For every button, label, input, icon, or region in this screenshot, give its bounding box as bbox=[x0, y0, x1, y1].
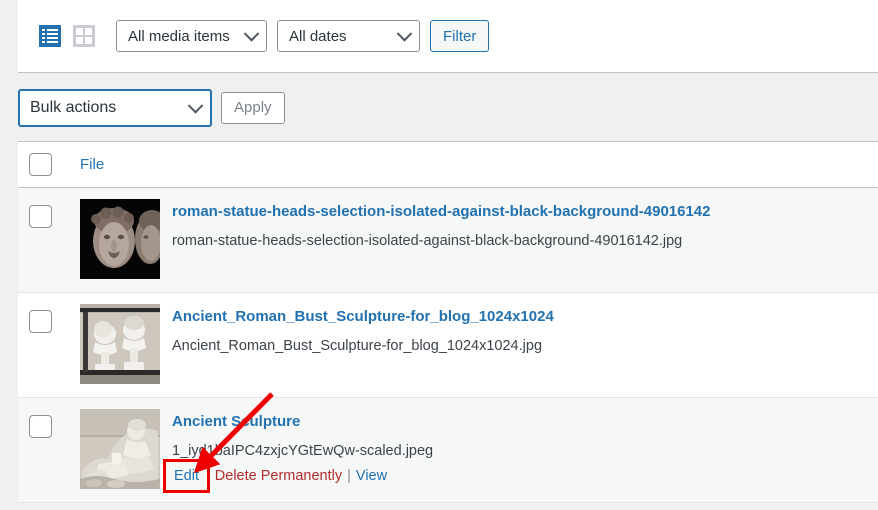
table-row: Ancient Sculpture 1_iyd1baIPC4zxjcYGtEwQ… bbox=[18, 398, 878, 503]
media-toolbar: All media items All dates Filter bbox=[18, 0, 878, 73]
select-all-checkbox[interactable] bbox=[29, 153, 52, 176]
list-view-icon bbox=[39, 25, 61, 47]
media-title-link[interactable]: Ancient Sculpture bbox=[172, 411, 878, 432]
bulk-actions-bar: Bulk actions Apply bbox=[18, 74, 878, 141]
date-filter-value: All dates bbox=[289, 27, 347, 45]
edit-highlight-wrapper: Edit bbox=[163, 459, 210, 494]
bulk-actions-value: Bulk actions bbox=[30, 98, 117, 116]
edit-link[interactable]: Edit bbox=[172, 467, 201, 485]
file-info-cell: roman-statue-heads-selection-isolated-ag… bbox=[172, 188, 878, 251]
media-filename: Ancient_Roman_Bust_Sculpture-for_blog_10… bbox=[172, 338, 543, 354]
media-type-filter-select[interactable]: All media items bbox=[116, 20, 267, 52]
list-view-button[interactable] bbox=[36, 22, 64, 50]
file-info-cell: Ancient Sculpture 1_iyd1baIPC4zxjcYGtEwQ… bbox=[163, 398, 878, 494]
media-thumbnail[interactable] bbox=[80, 199, 160, 279]
filter-button[interactable]: Filter bbox=[430, 20, 490, 52]
grid-view-button[interactable] bbox=[70, 22, 98, 50]
delete-permanently-link[interactable]: Delete Permanently bbox=[215, 468, 342, 484]
row-checkbox[interactable] bbox=[29, 415, 52, 438]
row-checkbox[interactable] bbox=[29, 310, 52, 333]
table-row: roman-statue-heads-selection-isolated-ag… bbox=[18, 188, 878, 293]
view-link[interactable]: View bbox=[356, 468, 387, 484]
file-info-cell: Ancient_Roman_Bust_Sculpture-for_blog_10… bbox=[172, 293, 878, 356]
thumbnail-cell bbox=[80, 398, 172, 489]
action-separator: | bbox=[347, 468, 351, 485]
media-type-filter-value: All media items bbox=[128, 27, 230, 45]
thumbnail-cell bbox=[80, 293, 172, 384]
view-mode-switch bbox=[36, 22, 98, 50]
row-select-cell bbox=[29, 398, 80, 438]
row-select-cell bbox=[29, 188, 80, 228]
row-checkbox[interactable] bbox=[29, 205, 52, 228]
bulk-actions-select[interactable]: Bulk actions bbox=[18, 88, 212, 127]
media-title-link[interactable]: Ancient_Roman_Bust_Sculpture-for_blog_10… bbox=[172, 306, 878, 327]
row-actions: Edit | Delete Permanently | View bbox=[163, 459, 878, 494]
chevron-down-icon bbox=[243, 26, 260, 42]
table-row: Ancient_Roman_Bust_Sculpture-for_blog_10… bbox=[18, 293, 878, 398]
thumbnail-cell bbox=[80, 188, 172, 279]
row-select-cell bbox=[29, 293, 80, 333]
chevron-down-icon bbox=[396, 26, 413, 42]
media-list-table: File roman-statue-heads-selection-isolat… bbox=[18, 141, 878, 503]
media-title-link[interactable]: roman-statue-heads-selection-isolated-ag… bbox=[172, 201, 878, 222]
chevron-down-icon bbox=[187, 97, 204, 114]
media-thumbnail[interactable] bbox=[80, 304, 160, 384]
media-filename: roman-statue-heads-selection-isolated-ag… bbox=[172, 233, 683, 249]
media-thumbnail[interactable] bbox=[80, 409, 160, 489]
select-all-cell bbox=[29, 153, 80, 176]
grid-view-icon bbox=[73, 25, 95, 47]
action-separator: | bbox=[206, 468, 210, 485]
column-header-file[interactable]: File bbox=[80, 156, 104, 173]
media-filename: 1_iyd1baIPC4zxjcYGtEwQw-scaled.jpeg bbox=[172, 443, 434, 459]
table-header-row: File bbox=[18, 142, 878, 188]
date-filter-select[interactable]: All dates bbox=[277, 20, 420, 52]
apply-button[interactable]: Apply bbox=[221, 91, 285, 124]
